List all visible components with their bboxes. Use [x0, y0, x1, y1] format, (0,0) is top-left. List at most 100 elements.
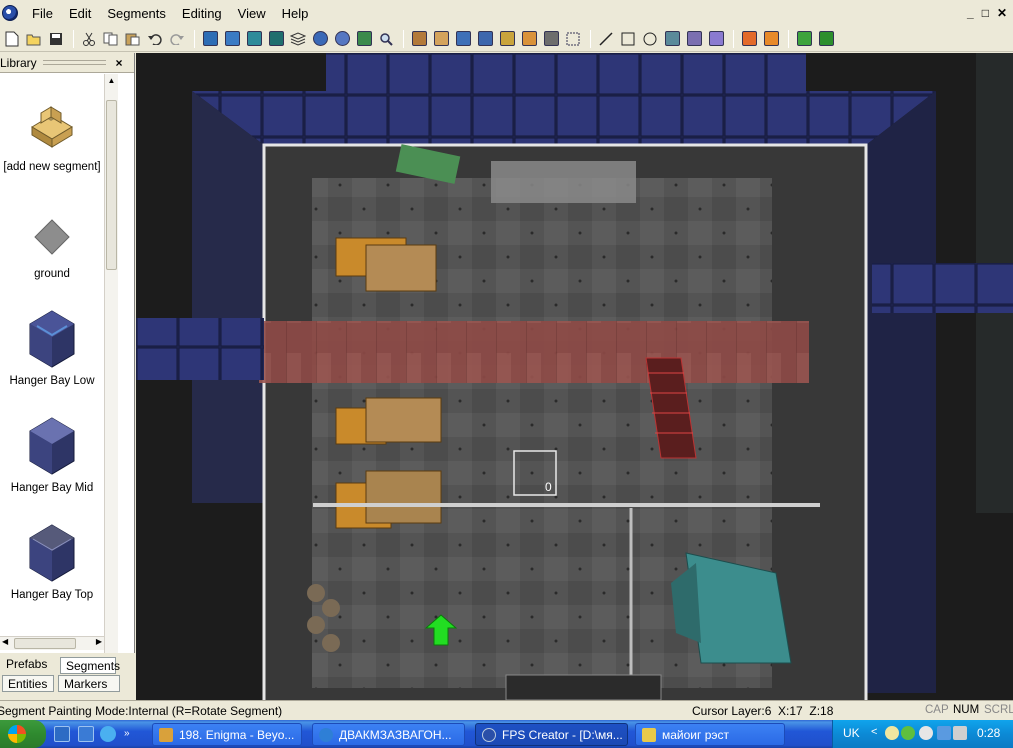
library-title: Library: [0, 55, 37, 70]
library-item-hangar-low[interactable]: Hanger Bay Low: [0, 288, 104, 395]
circle-icon[interactable]: [640, 29, 660, 49]
tray-icon-3[interactable]: [919, 726, 933, 740]
status-cursor: Cursor Layer:6 X:17 Z:18: [692, 704, 834, 718]
scroll-left-icon[interactable]: ◀: [2, 637, 8, 646]
toolbar-separator: [733, 29, 734, 48]
library-item-add-segment[interactable]: [add new segment]: [0, 74, 104, 181]
pick-icon[interactable]: [541, 29, 561, 49]
task-button-fps-creator[interactable]: FPS Creator - [D:\мя...: [475, 723, 628, 746]
view-icon-4[interactable]: [266, 29, 286, 49]
start-button[interactable]: [0, 720, 46, 748]
save-icon[interactable]: [46, 29, 66, 49]
toolbar: [0, 26, 1013, 52]
windows-taskbar: » 198. Enigma - Beyo... ДВАКМЗАЗВАГОН...…: [0, 720, 1013, 748]
status-cap: CAP: [925, 704, 949, 716]
view-icon-3[interactable]: [244, 29, 264, 49]
task-button-browser[interactable]: ДВАКМЗАЗВАГОН...: [312, 723, 465, 746]
library-item-label: Hanger Bay Mid: [10, 482, 94, 494]
select-icon[interactable]: [563, 29, 583, 49]
cut-icon[interactable]: [79, 29, 99, 49]
search-icon[interactable]: [376, 29, 396, 49]
zoom-out-icon[interactable]: [332, 29, 352, 49]
minimize-button[interactable]: _: [967, 6, 974, 20]
task-label: майоиг рэст: [662, 727, 730, 742]
layers-icon[interactable]: [288, 29, 308, 49]
tab-segments[interactable]: Segments: [60, 657, 120, 674]
copy-icon[interactable]: [101, 29, 121, 49]
task-button-winamp[interactable]: 198. Enigma - Beyo...: [152, 723, 302, 746]
spray-icon[interactable]: [662, 29, 682, 49]
chevron-right-icon[interactable]: »: [124, 726, 134, 742]
close-button[interactable]: ✕: [997, 6, 1007, 20]
paint-icon-2[interactable]: [475, 29, 495, 49]
redo-icon[interactable]: [167, 29, 187, 49]
rectangle-icon[interactable]: [618, 29, 638, 49]
library-close-button[interactable]: ×: [112, 56, 126, 70]
notepad-icon: [642, 727, 656, 742]
task-button-notepad[interactable]: майоиг рэст: [635, 723, 785, 746]
picture-icon[interactable]: [354, 29, 374, 49]
brush-icon-2[interactable]: [519, 29, 539, 49]
test-game-icon[interactable]: [794, 29, 814, 49]
tab-entities[interactable]: Entities: [2, 675, 54, 692]
flag-icon-2[interactable]: [761, 29, 781, 49]
system-tray: UK < 0:28: [832, 720, 1013, 748]
app-icon[interactable]: [2, 5, 18, 21]
library-horizontal-scrollbar[interactable]: ◀ ▶: [0, 636, 104, 650]
menu-edit[interactable]: Edit: [61, 4, 99, 23]
scroll-right-icon[interactable]: ▶: [96, 637, 102, 646]
menu-segments[interactable]: Segments: [99, 4, 174, 23]
flag-icon[interactable]: [739, 29, 759, 49]
status-mode: Segment Painting Mode:Internal (R=Rotate…: [0, 704, 283, 718]
ie-icon: [319, 727, 333, 742]
scroll-thumb[interactable]: [14, 638, 76, 649]
new-file-icon[interactable]: [2, 29, 22, 49]
toolbar-separator: [194, 29, 195, 48]
restore-button[interactable]: □: [982, 6, 989, 20]
view-icon-1[interactable]: [200, 29, 220, 49]
window-controls: _ □ ✕: [967, 6, 1007, 20]
brush-icon[interactable]: [497, 29, 517, 49]
library-item-label: Hanger Bay Top: [10, 589, 94, 601]
editor-viewport[interactable]: 0: [136, 53, 1013, 700]
volume-icon[interactable]: [953, 726, 967, 740]
pencil-icon[interactable]: [684, 29, 704, 49]
open-file-icon[interactable]: [24, 29, 44, 49]
eraser-icon[interactable]: [431, 29, 451, 49]
tray-icon-2[interactable]: [901, 726, 915, 740]
tray-icon-1[interactable]: [885, 726, 899, 740]
menu-file[interactable]: File: [24, 4, 61, 23]
scroll-thumb[interactable]: [106, 100, 117, 270]
tab-prefabs[interactable]: Prefabs: [0, 655, 48, 672]
toolbar-separator: [403, 29, 404, 48]
status-bar: Segment Painting Mode:Internal (R=Rotate…: [0, 700, 1013, 720]
chevron-left-icon[interactable]: <: [871, 726, 877, 738]
menu-view[interactable]: View: [230, 4, 274, 23]
network-icon[interactable]: [937, 726, 951, 740]
undo-icon[interactable]: [145, 29, 165, 49]
menu-help[interactable]: Help: [274, 4, 317, 23]
menu-editing[interactable]: Editing: [174, 4, 230, 23]
scroll-up-icon[interactable]: ▲: [105, 74, 118, 88]
show-desktop-icon[interactable]: [54, 726, 70, 742]
paste-icon[interactable]: [123, 29, 143, 49]
library-header: Library ×: [0, 53, 134, 73]
library-item-hangar-mid[interactable]: Hanger Bay Mid: [0, 395, 104, 502]
quick-launch-icon[interactable]: [78, 726, 94, 742]
library-item-hangar-top[interactable]: Hanger Bay Top: [0, 502, 104, 609]
language-indicator[interactable]: UK: [843, 726, 860, 740]
hand-icon[interactable]: [409, 29, 429, 49]
line-icon[interactable]: [596, 29, 616, 49]
library-grip[interactable]: [42, 60, 106, 65]
pencil-icon-2[interactable]: [706, 29, 726, 49]
library-item-ground[interactable]: ground: [0, 181, 104, 288]
internet-explorer-icon[interactable]: [100, 726, 116, 742]
add-segment-icon: [31, 106, 73, 148]
tab-markers[interactable]: Markers: [58, 675, 120, 692]
view-icon-2[interactable]: [222, 29, 242, 49]
build-game-icon[interactable]: [816, 29, 836, 49]
hangar-mid-icon: [29, 417, 75, 475]
paint-icon[interactable]: [453, 29, 473, 49]
library-vertical-scrollbar[interactable]: ▲ ▼: [104, 74, 118, 689]
zoom-in-icon[interactable]: [310, 29, 330, 49]
